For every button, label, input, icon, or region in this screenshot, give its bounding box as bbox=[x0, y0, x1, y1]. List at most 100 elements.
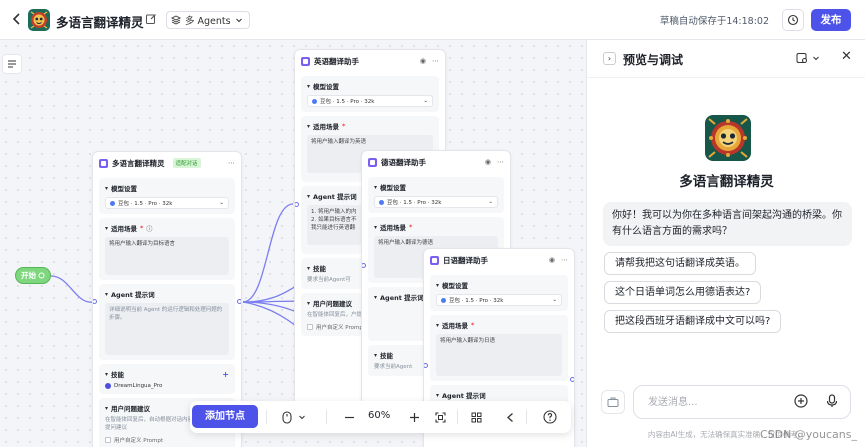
help-button[interactable] bbox=[541, 407, 559, 427]
scene-section: ▾ 适用场景 * ⓘ 将用户输入翻译为目标语言 bbox=[99, 218, 235, 280]
section-label: Agent 提示词 bbox=[442, 392, 486, 400]
add-node-button[interactable]: 添加节点 bbox=[192, 405, 258, 428]
input-port[interactable] bbox=[295, 202, 299, 207]
agent-node-icon bbox=[301, 56, 310, 66]
model-select[interactable]: 豆包 · 1.5 · Pro · 32k ⌄ bbox=[436, 294, 562, 306]
start-label: 开始 bbox=[21, 271, 36, 280]
model-section: ▾ 模型设置 豆包 · 1.5 · Pro · 32k ⌄ bbox=[368, 177, 504, 213]
panel-title: 预览与调试 bbox=[623, 53, 684, 67]
chevron-down-icon[interactable]: ▾ bbox=[374, 184, 377, 191]
chevron-down-icon[interactable]: ▾ bbox=[307, 265, 310, 272]
chevron-down-icon[interactable]: ▾ bbox=[307, 83, 310, 90]
close-icon[interactable]: ✕ bbox=[841, 49, 852, 64]
output-port[interactable] bbox=[237, 299, 241, 304]
checkbox[interactable] bbox=[307, 324, 313, 330]
model-select[interactable]: 豆包 · 1.5 · Pro · 32k ⌄ bbox=[374, 196, 498, 208]
more-icon[interactable]: ⋯ bbox=[228, 159, 235, 167]
agent-prompt-textbox[interactable]: 详细说明当前 Agent 的运行逻辑和处理问题的步骤。 bbox=[105, 303, 229, 355]
custom-prompt-option[interactable]: 用户自定义 Prompt bbox=[105, 436, 229, 444]
workflow-canvas[interactable]: 开始 多语言翻译精灵 适配对话 ⋯ ▾ 模型设置 豆包 · 1.5 · Pro ·… bbox=[0, 40, 586, 447]
message-input[interactable] bbox=[633, 385, 851, 419]
chevron-down-icon[interactable]: ▾ bbox=[374, 224, 377, 231]
chevron-left-icon[interactable] bbox=[10, 12, 24, 26]
section-label: 模型设置 bbox=[380, 184, 407, 192]
chevron-down-icon: ⌄ bbox=[423, 98, 428, 104]
chevron-down-icon[interactable]: ▾ bbox=[436, 282, 439, 289]
chevron-down-icon[interactable]: ▾ bbox=[374, 352, 377, 359]
history-button[interactable] bbox=[782, 9, 804, 31]
section-label: Agent 提示词 bbox=[380, 294, 424, 302]
zoom-out-button[interactable] bbox=[341, 407, 357, 427]
collapse-button[interactable] bbox=[502, 407, 518, 427]
interaction-mode-button[interactable] bbox=[276, 407, 312, 427]
chevron-down-icon[interactable]: ▾ bbox=[436, 322, 439, 329]
agent-mode-select[interactable]: 多 Agents bbox=[166, 11, 250, 29]
chevron-down-icon[interactable]: ▾ bbox=[105, 225, 108, 232]
add-skill-icon[interactable]: + bbox=[222, 370, 229, 379]
more-icon[interactable]: ⋯ bbox=[432, 57, 439, 65]
chevron-right-icon[interactable]: › bbox=[603, 52, 616, 65]
input-port[interactable] bbox=[362, 263, 366, 268]
start-node[interactable]: 开始 bbox=[15, 267, 51, 284]
suggestion-chip[interactable]: 把这段西班牙语翻译成中文可以吗? bbox=[604, 310, 782, 333]
scene-text: 将用户输入翻译为英语 bbox=[311, 139, 367, 145]
model-select[interactable]: 豆包 · 1.5 · Pro · 32k ⌄ bbox=[105, 197, 229, 209]
more-icon[interactable]: ⋯ bbox=[561, 256, 568, 264]
output-port[interactable] bbox=[570, 377, 574, 382]
fit-view-button[interactable] bbox=[432, 407, 448, 427]
chevron-down-icon[interactable]: ▾ bbox=[307, 300, 310, 307]
model-section: ▾ 模型设置 豆包 · 1.5 · Pro · 32k ⌄ bbox=[301, 76, 439, 112]
zoom-in-button[interactable] bbox=[406, 407, 422, 427]
canvas-toolbar: 添加节点 60% bbox=[190, 401, 571, 433]
section-label: Agent 提示词 bbox=[313, 193, 357, 201]
chevron-down-icon[interactable]: ▾ bbox=[105, 371, 108, 378]
checkbox[interactable] bbox=[105, 437, 111, 443]
bot-avatar bbox=[705, 115, 751, 161]
chevron-down-icon[interactable]: ▾ bbox=[105, 291, 108, 298]
scene-text: 将用户输入翻译为目标语言 bbox=[109, 241, 176, 247]
suggestion-chip[interactable]: 这个日语单词怎么用德语表达? bbox=[604, 281, 762, 304]
chevron-down-icon[interactable]: ▾ bbox=[436, 392, 439, 399]
chevron-down-icon[interactable]: ▾ bbox=[374, 294, 377, 301]
required-marker: * bbox=[471, 321, 475, 329]
model-icon bbox=[379, 199, 384, 205]
chevron-down-icon[interactable]: ▾ bbox=[105, 405, 108, 412]
microphone-icon[interactable] bbox=[826, 394, 838, 408]
divider bbox=[326, 410, 327, 424]
divider bbox=[457, 410, 458, 424]
watermark: CSDN @youcans_ bbox=[759, 428, 857, 441]
scene-textbox[interactable]: 将用户输入翻译为目标语言 bbox=[105, 237, 229, 275]
model-select[interactable]: 豆包 · 1.5 · Pro · 32k ⌄ bbox=[307, 95, 433, 107]
history-icon bbox=[787, 14, 799, 26]
skill-item[interactable]: DreamLingua_Pro bbox=[105, 383, 229, 389]
chat-input-area bbox=[601, 385, 852, 419]
plus-circle-icon[interactable] bbox=[794, 394, 808, 408]
chevron-down-icon[interactable]: ▾ bbox=[105, 185, 108, 192]
edit-icon[interactable] bbox=[145, 13, 157, 25]
panel-settings-button[interactable] bbox=[796, 52, 820, 64]
chevron-down-icon[interactable]: ▾ bbox=[307, 193, 310, 200]
divider bbox=[526, 410, 527, 424]
minus-icon bbox=[344, 416, 354, 418]
chevron-down-icon: ⌄ bbox=[552, 297, 557, 303]
node-title: 德语翻译助手 bbox=[381, 157, 426, 167]
grid-icon bbox=[471, 412, 481, 422]
run-icon[interactable]: ◉ bbox=[420, 57, 426, 65]
input-port[interactable] bbox=[93, 299, 97, 304]
node-badge: 适配对话 bbox=[172, 158, 201, 168]
more-icon[interactable]: ⋯ bbox=[497, 158, 504, 166]
custom-prompt-label: 用户自定义 Prompt bbox=[316, 325, 365, 331]
section-label: 适用场景 bbox=[313, 123, 340, 131]
attach-button[interactable] bbox=[601, 390, 625, 414]
debug-settings-icon bbox=[796, 53, 807, 63]
auto-layout-button[interactable] bbox=[468, 407, 484, 427]
run-icon[interactable]: ◉ bbox=[485, 158, 491, 166]
model-value: 豆包 · 1.5 · Pro · 32k bbox=[118, 201, 173, 207]
run-icon[interactable]: ◉ bbox=[549, 256, 555, 264]
input-port[interactable] bbox=[424, 363, 428, 368]
chevron-down-icon[interactable]: ▾ bbox=[307, 123, 310, 130]
suggestion-chip[interactable]: 请帮我把这句话翻译成英语。 bbox=[604, 252, 756, 275]
scene-text: 将用户输入翻译为德语 bbox=[378, 240, 434, 246]
publish-button[interactable]: 发布 bbox=[811, 9, 851, 31]
scene-textbox[interactable]: 将用户输入翻译为日语 bbox=[436, 334, 562, 376]
